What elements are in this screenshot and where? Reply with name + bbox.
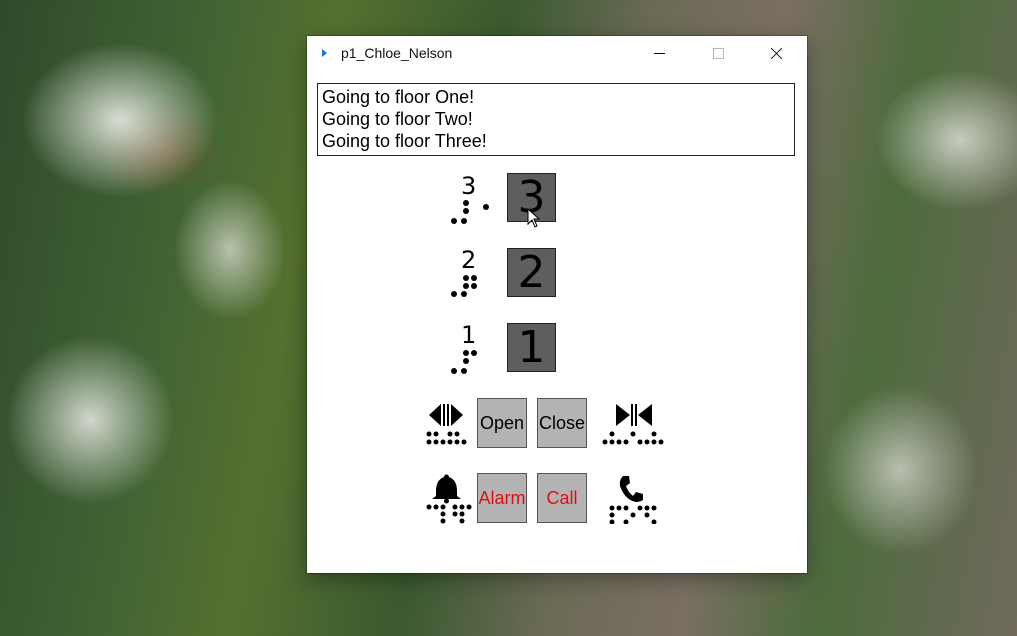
braille-floor-2: [451, 275, 491, 297]
door-open-icon: [426, 404, 467, 445]
braille-floor-1: [451, 350, 491, 374]
door-close-icon: [602, 404, 664, 445]
close-door-button[interactable]: Close: [537, 398, 587, 448]
mouse-cursor-icon: [527, 208, 541, 228]
maximize-button[interactable]: [695, 36, 741, 72]
phone-icon: [609, 476, 657, 524]
floor-label-3: 3: [461, 172, 477, 200]
floor-2-button[interactable]: 2: [507, 247, 556, 298]
window-title: p1_Chloe_Nelson: [341, 45, 453, 61]
app-icon: [322, 49, 327, 57]
open-door-button[interactable]: Open: [477, 398, 527, 448]
floor-label-1: 1: [461, 321, 477, 349]
app-window: p1_Chloe_Nelson Going to floor One! Goin…: [307, 36, 807, 573]
log-line: Going to floor Two!: [322, 109, 473, 129]
floor-label-2: 2: [461, 246, 477, 274]
braille-floor-3: [451, 200, 491, 224]
bell-icon: [426, 474, 472, 524]
status-log: Going to floor One! Going to floor Two! …: [317, 83, 795, 156]
call-button[interactable]: Call: [537, 473, 587, 523]
floor-1-button[interactable]: 1: [507, 322, 556, 373]
title-bar[interactable]: p1_Chloe_Nelson: [307, 36, 807, 72]
log-line: Going to floor One!: [322, 87, 475, 107]
alarm-button[interactable]: Alarm: [477, 473, 527, 523]
minimize-button[interactable]: [637, 36, 683, 72]
log-line: Going to floor Three!: [322, 131, 487, 151]
close-window-button[interactable]: [753, 36, 799, 72]
